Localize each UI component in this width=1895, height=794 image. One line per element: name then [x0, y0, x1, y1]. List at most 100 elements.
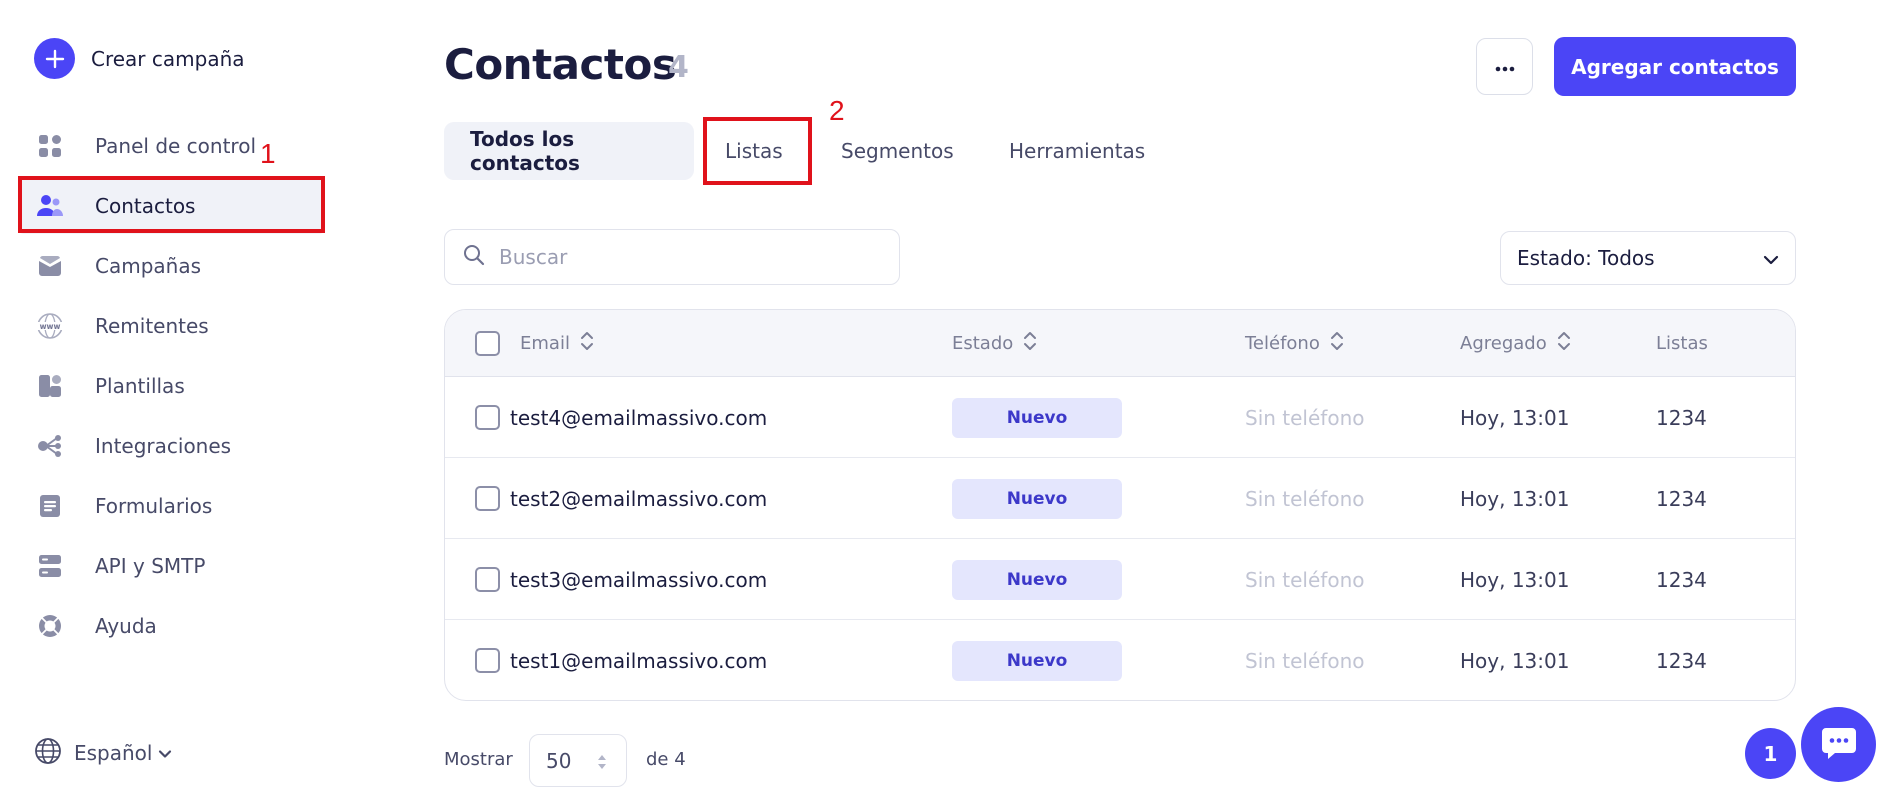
table-row[interactable]: test2@emailmassivo.com Nuevo Sin teléfon…	[445, 458, 1795, 539]
sidebar-item-label: Contactos	[95, 194, 196, 218]
per-page-value: 50	[546, 748, 572, 773]
contact-email[interactable]: test2@emailmassivo.com	[510, 458, 767, 539]
search-icon	[463, 244, 485, 270]
contact-added: Hoy, 13:01	[1460, 405, 1570, 430]
page-1-button[interactable]: 1	[1745, 728, 1796, 779]
stepper-arrows-icon	[596, 752, 608, 777]
chevron-down-icon	[1763, 246, 1779, 270]
sidebar-item-help[interactable]: Ayuda	[18, 598, 325, 654]
sidebar-item-label: Ayuda	[95, 614, 157, 638]
contacts-table: Email Estado Teléfono Agregado Listas te…	[444, 309, 1796, 701]
search-input[interactable]	[499, 245, 879, 269]
search-box	[444, 229, 900, 285]
status-filter-select[interactable]: Estado: Todos	[1500, 231, 1796, 285]
contact-phone: Sin teléfono	[1245, 486, 1365, 511]
plus-icon	[34, 38, 75, 79]
sidebar-item-label: Integraciones	[95, 434, 232, 458]
contact-phone: Sin teléfono	[1245, 405, 1365, 430]
sidebar-item-label: Formularios	[95, 494, 213, 518]
contact-added: Hoy, 13:01	[1460, 486, 1570, 511]
language-label: Español	[74, 741, 153, 765]
table-header: Email Estado Teléfono Agregado Listas	[445, 310, 1795, 377]
table-row[interactable]: test4@emailmassivo.com Nuevo Sin teléfon…	[445, 377, 1795, 458]
templates-icon	[36, 372, 64, 400]
tab-segments[interactable]: Segmentos	[841, 122, 954, 180]
column-label: Agregado	[1460, 333, 1547, 354]
row-checkbox[interactable]	[475, 567, 500, 592]
column-lists: Listas	[1656, 310, 1708, 377]
table-row[interactable]: test1@emailmassivo.com Nuevo Sin teléfon…	[445, 620, 1795, 700]
select-all-checkbox[interactable]	[475, 331, 500, 356]
globe-icon	[34, 737, 62, 769]
show-label: Mostrar	[444, 749, 513, 770]
more-options-button[interactable]	[1476, 38, 1533, 95]
column-label: Teléfono	[1245, 333, 1320, 354]
row-checkbox[interactable]	[475, 486, 500, 511]
help-lifebuoy-icon	[36, 612, 64, 640]
sidebar-item-templates[interactable]: Plantillas	[18, 358, 325, 414]
status-badge: Nuevo	[952, 397, 1122, 438]
chevron-down-icon	[158, 744, 172, 763]
contact-email[interactable]: test3@emailmassivo.com	[510, 539, 767, 620]
sidebar-item-api-smtp[interactable]: API y SMTP	[18, 538, 325, 594]
sidebar-item-forms[interactable]: Formularios	[18, 478, 325, 534]
tab-lists[interactable]: Listas	[725, 122, 783, 180]
add-contacts-button[interactable]: Agregar contactos	[1554, 37, 1796, 96]
contact-lists: 1234	[1656, 567, 1707, 592]
sidebar-item-label: Remitentes	[95, 314, 209, 338]
api-server-icon	[36, 552, 64, 580]
sidebar: Crear campaña Panel de control Contactos…	[0, 0, 330, 794]
create-campaign-label: Crear campaña	[91, 46, 245, 71]
sidebar-item-label: Campañas	[95, 254, 202, 278]
column-label: Email	[520, 333, 570, 354]
chat-support-button[interactable]	[1801, 707, 1876, 782]
sidebar-item-dashboard[interactable]: Panel de control	[18, 118, 325, 174]
chat-icon	[1821, 726, 1857, 764]
row-checkbox[interactable]	[475, 405, 500, 430]
column-email[interactable]: Email	[520, 310, 594, 377]
column-added[interactable]: Agregado	[1460, 310, 1571, 377]
tab-label: Herramientas	[1009, 139, 1146, 163]
annotation-number-1: 1	[260, 138, 276, 169]
sidebar-item-integrations[interactable]: Integraciones	[18, 418, 325, 474]
annotation-number-2: 2	[829, 95, 845, 126]
contacts-icon	[36, 192, 64, 220]
tab-all-contacts[interactable]: Todos los contactos	[444, 122, 694, 180]
contact-phone: Sin teléfono	[1245, 567, 1365, 592]
tab-label: Todos los contactos	[470, 127, 580, 175]
column-label: Estado	[952, 333, 1014, 354]
select-all-cell	[475, 310, 500, 377]
sort-icon	[580, 330, 594, 357]
sort-icon	[1557, 330, 1571, 357]
sidebar-item-label: API y SMTP	[95, 554, 206, 578]
sidebar-item-senders[interactable]: www Remitentes	[18, 298, 325, 354]
per-page-stepper[interactable]: 50	[529, 734, 627, 787]
integrations-icon	[36, 432, 64, 460]
column-status[interactable]: Estado	[952, 310, 1037, 377]
tab-label: Listas	[725, 139, 783, 163]
sort-icon	[1330, 330, 1344, 357]
contact-lists: 1234	[1656, 486, 1707, 511]
sidebar-item-contacts[interactable]: Contactos	[18, 178, 325, 234]
contact-lists: 1234	[1656, 648, 1707, 673]
tab-tools[interactable]: Herramientas	[1009, 122, 1145, 180]
column-label: Listas	[1656, 333, 1708, 354]
table-row[interactable]: test3@emailmassivo.com Nuevo Sin teléfon…	[445, 539, 1795, 620]
status-badge: Nuevo	[952, 478, 1122, 519]
sort-icon	[1023, 330, 1037, 357]
status-filter-label: Estado: Todos	[1517, 246, 1655, 270]
status-badge: Nuevo	[952, 559, 1122, 600]
create-campaign-button[interactable]: Crear campaña	[34, 38, 245, 79]
forms-icon	[36, 492, 64, 520]
row-checkbox[interactable]	[475, 648, 500, 673]
sidebar-item-campaigns[interactable]: Campañas	[18, 238, 325, 294]
ellipsis-icon	[1495, 57, 1515, 76]
dashboard-icon	[36, 132, 64, 160]
language-selector[interactable]: Español	[34, 737, 172, 769]
contact-email[interactable]: test4@emailmassivo.com	[510, 377, 767, 458]
column-phone[interactable]: Teléfono	[1245, 310, 1344, 377]
contact-email[interactable]: test1@emailmassivo.com	[510, 620, 767, 700]
sidebar-nav: Panel de control Contactos Campañas www …	[18, 118, 325, 658]
sidebar-item-label: Plantillas	[95, 374, 185, 398]
sidebar-item-label: Panel de control	[95, 134, 256, 158]
